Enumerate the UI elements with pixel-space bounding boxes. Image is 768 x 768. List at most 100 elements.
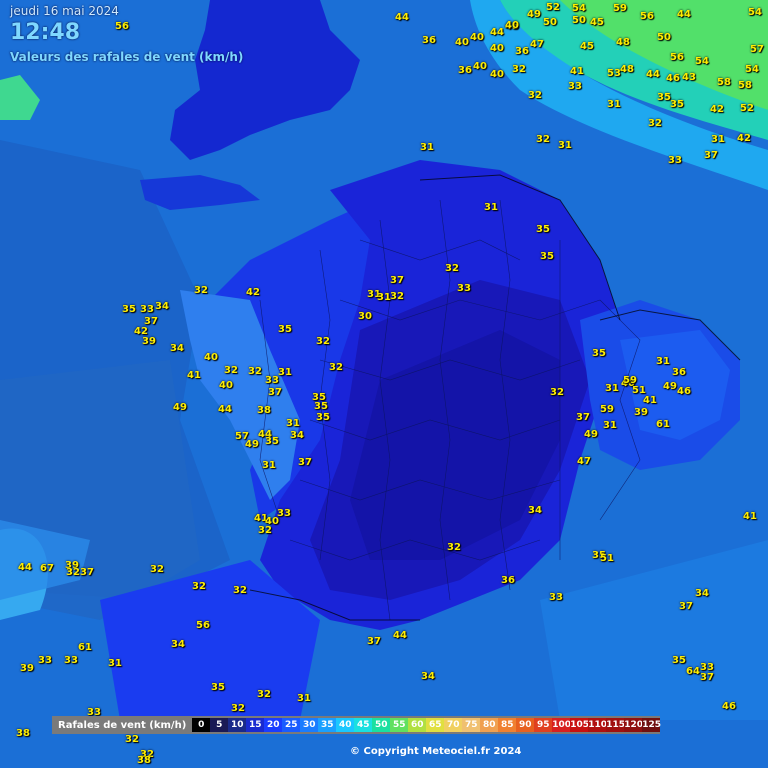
station-gust-value: 34 [421,671,435,682]
station-gust-value: 44 [490,27,504,38]
station-gust-value: 32 [66,567,80,578]
legend-step: 5 [210,718,229,732]
station-gust-value: 33 [140,304,154,315]
station-gust-value: 51 [600,553,614,564]
station-gust-value: 32 [550,387,564,398]
color-legend: Rafales de vent (km/h) 0 5 10 15 20 25 30 35 40 4… [52,716,662,734]
station-gust-value: 44 [646,69,660,80]
station-gust-value: 35 [211,682,225,693]
station-gust-value: 30 [358,311,372,322]
station-gust-value: 33 [277,508,291,519]
station-gust-value: 37 [700,672,714,683]
station-gust-value: 45 [580,41,594,52]
station-gust-value: 48 [620,64,634,75]
legend-step: 10 [228,718,247,732]
station-gust-value: 32 [192,581,206,592]
legend-step: 80 [480,718,499,732]
station-gust-value: 31 [607,99,621,110]
station-gust-value: 46 [677,386,691,397]
station-gust-value: 31 [108,658,122,669]
station-gust-value: 40 [470,32,484,43]
legend-step: 65 [426,718,445,732]
station-gust-value: 32 [316,336,330,347]
station-gust-value: 34 [290,430,304,441]
station-gust-value: 33 [64,655,78,666]
legend-step: 60 [408,718,427,732]
legend-step: 75 [462,718,481,732]
station-gust-value: 52 [546,2,560,13]
station-gust-value: 50 [543,17,557,28]
station-gust-value: 49 [663,381,677,392]
legend-step: 30 [300,718,319,732]
station-gust-value: 49 [584,429,598,440]
station-gust-value: 44 [218,404,232,415]
station-gust-value: 42 [246,287,260,298]
station-gust-value: 35 [592,348,606,359]
station-gust-value: 59 [600,404,614,415]
station-gust-value: 41 [643,395,657,406]
station-gust-value: 39 [20,663,34,674]
station-gust-value: 37 [298,457,312,468]
legend-step: 110 [588,718,608,732]
station-gust-value: 37 [679,601,693,612]
station-gust-value: 47 [530,39,544,50]
station-gust-value: 39 [634,407,648,418]
station-gust-value: 39 [142,336,156,347]
station-gust-value: 40 [455,37,469,48]
station-gust-value: 36 [458,65,472,76]
station-gust-value: 50 [572,15,586,26]
station-gust-value: 61 [656,419,670,430]
legend-step: 125 [642,718,662,732]
station-gust-value: 35 [316,412,330,423]
station-gust-value: 32 [447,542,461,553]
station-gust-value: 56 [670,52,684,63]
station-gust-value: 61 [78,642,92,653]
station-gust-value: 40 [473,61,487,72]
legend-step: 50 [372,718,391,732]
station-gust-value: 36 [422,35,436,46]
station-gust-value: 44 [18,562,32,573]
station-gust-value: 35 [670,99,684,110]
station-gust-value: 36 [501,575,515,586]
station-gust-value: 32 [258,525,272,536]
station-gust-value: 31 [603,420,617,431]
station-gust-value: 34 [155,301,169,312]
station-gust-value: 31 [286,418,300,429]
station-gust-value: 32 [150,564,164,575]
station-gust-value: 40 [505,20,519,31]
station-gust-value: 38 [257,405,271,416]
station-gust-value: 52 [740,103,754,114]
legend-title: Rafales de vent (km/h) [58,719,187,731]
map-background [0,0,768,768]
station-gust-value: 35 [278,324,292,335]
station-gust-value: 54 [572,3,586,14]
station-gust-value: 32 [125,734,139,745]
station-gust-value: 56 [196,620,210,631]
station-gust-value: 35 [314,401,328,412]
station-gust-value: 35 [657,92,671,103]
station-gust-value: 31 [278,367,292,378]
legend-step: 115 [606,718,626,732]
station-gust-value: 31 [297,693,311,704]
station-gust-value: 32 [233,585,247,596]
station-gust-value: 32 [257,689,271,700]
legend-step: 55 [390,718,409,732]
station-gust-value: 40 [490,43,504,54]
station-gust-value: 33 [265,375,279,386]
legend-step: 20 [264,718,283,732]
station-gust-value: 46 [666,73,680,84]
station-gust-value: 67 [40,563,54,574]
legend-step: 40 [336,718,355,732]
station-gust-value: 32 [329,362,343,373]
station-gust-value: 32 [194,285,208,296]
legend-step: 15 [246,718,265,732]
station-gust-value: 35 [536,224,550,235]
station-gust-value: 50 [657,32,671,43]
station-gust-value: 33 [549,592,563,603]
station-gust-value: 54 [745,64,759,75]
station-gust-value: 37 [576,412,590,423]
legend-step: 100 [552,718,572,732]
station-gust-value: 31 [558,140,572,151]
legend-scale: 0 5 10 15 20 25 30 35 40 45 50 55 60 65 70 75 80 85 90 95 10… [192,718,662,732]
station-gust-value: 32 [536,134,550,145]
